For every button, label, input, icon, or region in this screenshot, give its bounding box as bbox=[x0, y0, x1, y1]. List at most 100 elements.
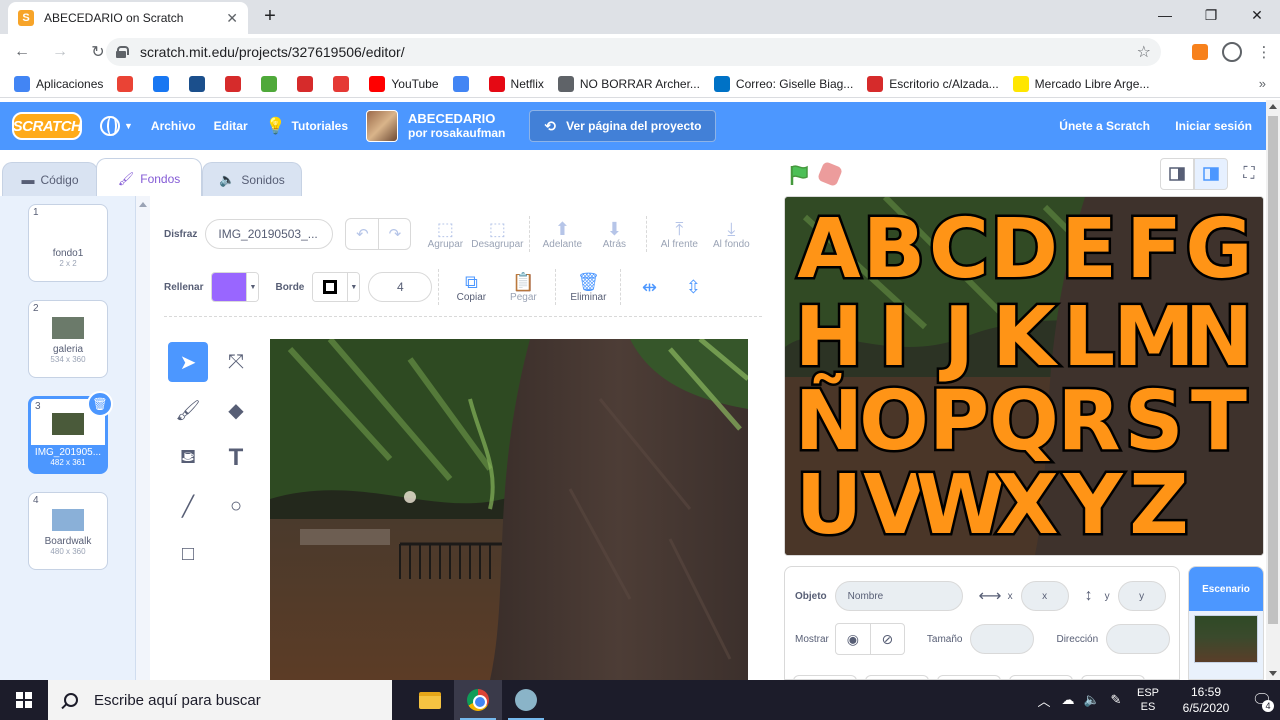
sprite-name-input[interactable]: Nombre bbox=[834, 581, 963, 611]
flip-vertical-button[interactable]: ⇳ bbox=[671, 277, 715, 297]
bookmark-circle-site[interactable] bbox=[297, 75, 319, 92]
stop-icon[interactable] bbox=[816, 160, 844, 188]
outline-color-picker[interactable]: ▼ bbox=[312, 272, 361, 302]
extension-button[interactable] bbox=[1184, 36, 1216, 68]
edit-menu[interactable]: Editar bbox=[214, 119, 248, 133]
more-bookmarks-icon[interactable]: » bbox=[1259, 76, 1266, 91]
join-scratch-link[interactable]: Únete a Scratch bbox=[1059, 119, 1150, 133]
taskbar-search[interactable]: Escribe aquí para buscar bbox=[48, 680, 392, 720]
hide-eye-icon[interactable]: ⊘ bbox=[869, 624, 904, 654]
chrome-app[interactable] bbox=[454, 680, 502, 720]
bookmark-netflix[interactable]: Netflix bbox=[488, 75, 544, 92]
chevron-up-icon[interactable]: ︿ bbox=[1032, 691, 1056, 710]
url-text[interactable]: scratch.mit.edu/projects/327619506/edito… bbox=[140, 44, 1137, 60]
project-author[interactable]: por rosakaufman bbox=[408, 126, 505, 140]
menu-button[interactable]: ⋮ bbox=[1248, 36, 1280, 68]
author-avatar[interactable] bbox=[366, 110, 399, 142]
backward-button[interactable]: ⬇ Atrás bbox=[588, 219, 640, 250]
clock[interactable]: 16:59 6/5/2020 bbox=[1168, 684, 1244, 716]
flip-horizontal-button[interactable]: ⇹ bbox=[627, 277, 671, 297]
scratch-logo[interactable]: SCRATCH bbox=[12, 112, 82, 140]
back-button[interactable]: ⤓ Al fondo bbox=[705, 219, 757, 250]
size-input[interactable] bbox=[970, 624, 1035, 654]
delete-backdrop-icon[interactable]: 🗑 bbox=[87, 391, 113, 417]
profile-button[interactable] bbox=[1216, 36, 1248, 68]
paint-app[interactable] bbox=[502, 680, 550, 720]
delete-button[interactable]: 🗑 Eliminar bbox=[562, 272, 614, 303]
bookmark-maps[interactable] bbox=[117, 75, 139, 92]
ungroup-button[interactable]: ⬚ Desagrupar bbox=[471, 219, 523, 250]
select-tool[interactable]: ➤ bbox=[168, 342, 208, 382]
y-input[interactable]: y bbox=[1117, 581, 1166, 611]
undo-button[interactable]: ↶ bbox=[346, 219, 378, 249]
scrollbar-thumb[interactable] bbox=[1268, 116, 1278, 624]
tutorials-button[interactable]: 💡 Tutoriales bbox=[266, 116, 348, 136]
backdrop-item[interactable]: 3 IMG_201905... 482 x 361 🗑 bbox=[28, 391, 113, 474]
text-tool[interactable]: T bbox=[216, 438, 256, 478]
backdrop-item[interactable]: 4 Boardwalk 480 x 360 bbox=[28, 492, 108, 570]
tab-code[interactable]: ▬ Código bbox=[2, 162, 98, 196]
scroll-down-icon[interactable] bbox=[1269, 671, 1277, 676]
normal-stage-button[interactable] bbox=[1194, 158, 1228, 190]
outline-width-input[interactable]: 4 bbox=[368, 272, 433, 302]
file-explorer-app[interactable] bbox=[406, 680, 454, 720]
close-tab-icon[interactable]: ✕ bbox=[226, 10, 238, 27]
reshape-tool[interactable]: ⤧ bbox=[216, 342, 256, 382]
fullscreen-button[interactable]: ⛶ bbox=[1232, 158, 1266, 190]
tab-backdrops[interactable]: 🖌 Fondos bbox=[96, 158, 202, 198]
stage-target-pane[interactable]: Escenario bbox=[1188, 566, 1264, 680]
browser-tab[interactable]: S ABECEDARIO on Scratch ✕ bbox=[8, 2, 248, 34]
bookmark-outlook[interactable]: Correo: Giselle Biag... bbox=[713, 75, 853, 92]
forward-button[interactable]: ⬆ Adelante bbox=[536, 219, 588, 250]
bookmark-ole[interactable] bbox=[261, 75, 283, 92]
redo-button[interactable]: ↷ bbox=[378, 219, 410, 249]
brush-tool[interactable]: 🖌 bbox=[168, 390, 208, 430]
volume-icon[interactable]: 🔈 bbox=[1080, 692, 1104, 708]
close-window-button[interactable]: ✕ bbox=[1234, 0, 1280, 30]
pen-icon[interactable]: ✎ bbox=[1104, 692, 1128, 708]
bookmark-star-icon[interactable]: ☆ bbox=[1137, 42, 1151, 62]
onedrive-cloud-icon[interactable]: ☁ bbox=[1056, 692, 1080, 708]
show-eye-icon[interactable]: ◉ bbox=[836, 624, 870, 654]
bookmark-red-site[interactable] bbox=[333, 75, 355, 92]
front-button[interactable]: ⤒ Al frente bbox=[653, 219, 705, 250]
bookmark-ln[interactable] bbox=[189, 75, 211, 92]
bookmark-ec[interactable] bbox=[225, 75, 247, 92]
start-button[interactable] bbox=[0, 680, 48, 720]
bookmark-apps-grid[interactable]: Aplicaciones bbox=[14, 75, 103, 92]
bookmark-mercadolibre[interactable]: Mercado Libre Arge... bbox=[1012, 75, 1149, 92]
bookmark-facebook[interactable] bbox=[153, 75, 175, 92]
bookmark-youtube[interactable]: YouTube bbox=[369, 75, 439, 92]
back-button[interactable]: ← bbox=[6, 36, 38, 68]
small-stage-button[interactable] bbox=[1160, 158, 1194, 190]
bookmark-site[interactable]: Escritorio c/Alzada... bbox=[867, 75, 999, 92]
costume-name-input[interactable]: IMG_20190503_... bbox=[205, 219, 334, 249]
stage[interactable]: ABCDEFGHIJKLMNÑOPQRSTUVWXYZ bbox=[784, 196, 1264, 556]
copy-button[interactable]: ⧉ Copiar bbox=[445, 272, 497, 303]
file-menu[interactable]: Archivo bbox=[151, 119, 196, 133]
see-project-page-button[interactable]: ⟲ Ver página del proyecto bbox=[529, 110, 717, 142]
omnibox[interactable]: scratch.mit.edu/projects/327619506/edito… bbox=[106, 38, 1161, 66]
scroll-up-icon[interactable] bbox=[1269, 104, 1277, 109]
rectangle-tool[interactable]: □ bbox=[168, 534, 208, 574]
forward-button[interactable]: → bbox=[44, 36, 76, 68]
bookmark-google[interactable] bbox=[452, 75, 475, 92]
sign-in-link[interactable]: Iniciar sesión bbox=[1175, 119, 1252, 133]
minimize-button[interactable]: — bbox=[1142, 0, 1188, 30]
eraser-tool[interactable]: ◆ bbox=[216, 390, 256, 430]
line-tool[interactable]: ╱ bbox=[168, 486, 208, 526]
tab-sounds[interactable]: 🔈 Sonidos bbox=[202, 162, 302, 196]
fill-color-picker[interactable]: ▼ bbox=[211, 272, 260, 302]
direction-input[interactable] bbox=[1106, 624, 1171, 654]
circle-tool[interactable]: ○ bbox=[216, 486, 256, 526]
paste-button[interactable]: 📋 Pegar bbox=[497, 272, 549, 303]
paint-canvas[interactable] bbox=[270, 339, 748, 680]
language-indicator[interactable]: ESP ES bbox=[1128, 686, 1168, 714]
maximize-button[interactable]: ❐ bbox=[1188, 0, 1234, 30]
notifications-button[interactable]: 🗨 4 bbox=[1244, 690, 1280, 712]
backdrop-item[interactable]: 1 fondo1 2 x 2 bbox=[28, 204, 108, 282]
new-tab-button[interactable]: + bbox=[258, 4, 282, 28]
bookmark-globe[interactable]: NO BORRAR Archer... bbox=[557, 75, 700, 92]
x-input[interactable]: x bbox=[1020, 581, 1069, 611]
backdrop-item[interactable]: 2 galeria 534 x 360 bbox=[28, 300, 108, 378]
